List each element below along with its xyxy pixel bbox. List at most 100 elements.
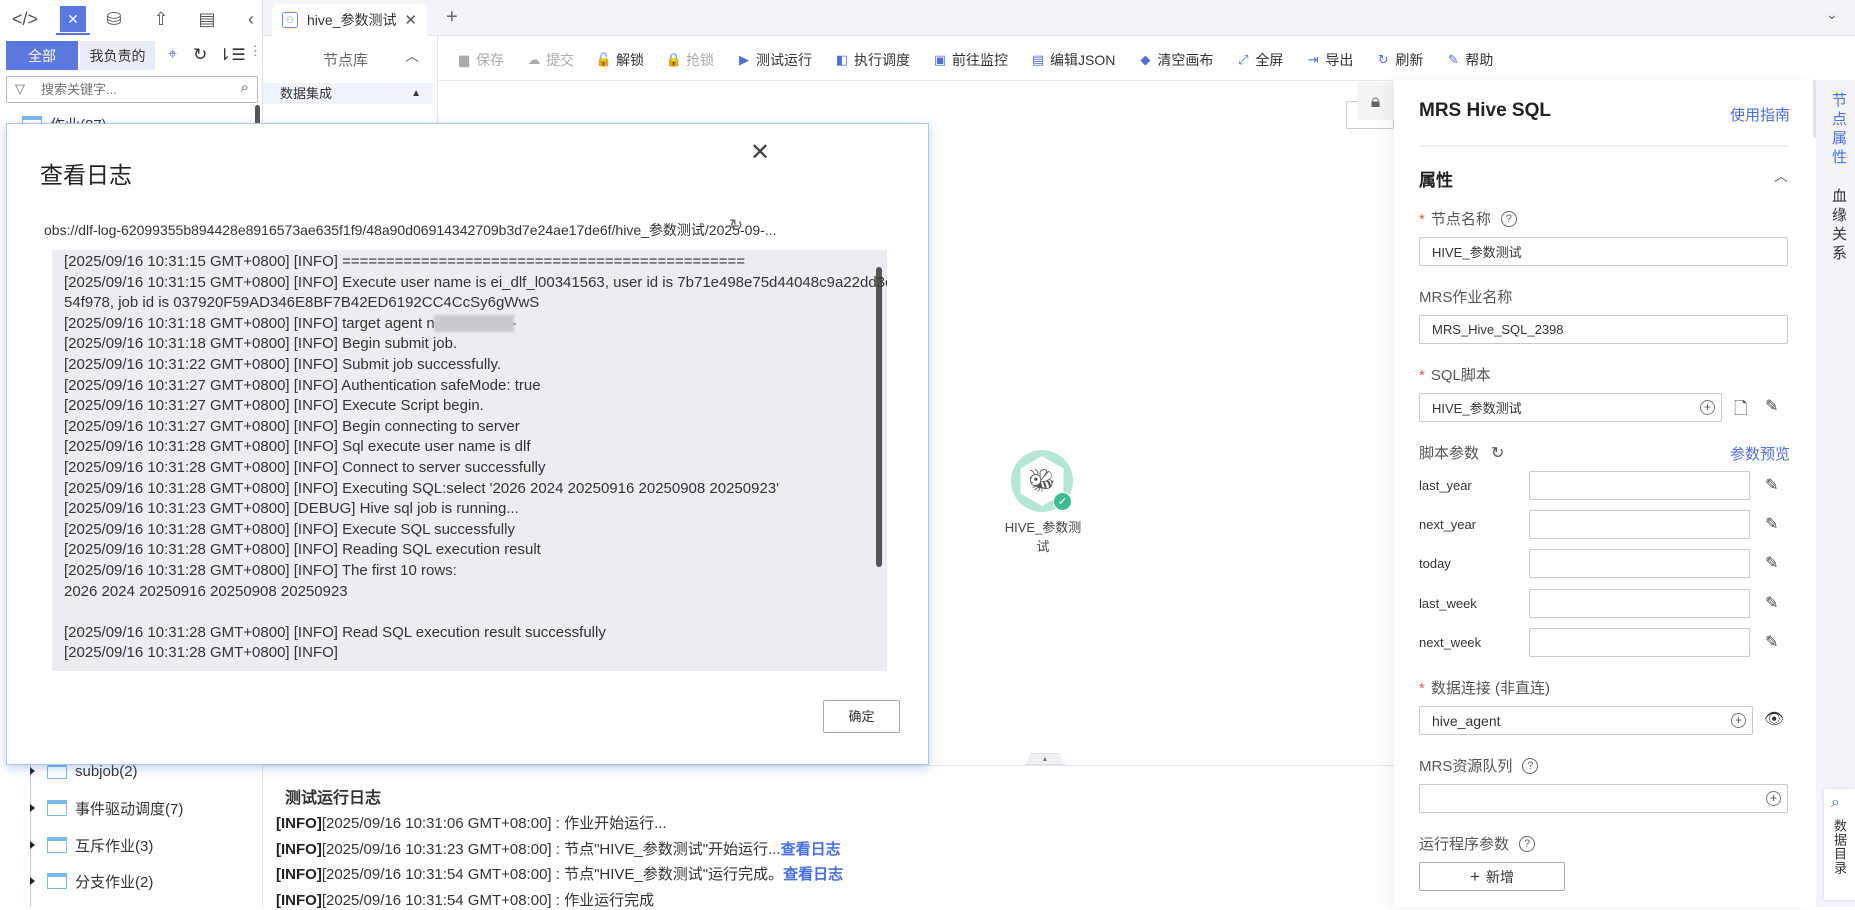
log-line: [2025/09/16 10:31:28 GMT+0800] [INFO] Co… [64, 459, 546, 476]
toolbar-label: 解锁 [616, 52, 644, 68]
hive-node[interactable]: 🐝︎ ✓ [1011, 450, 1073, 512]
edit-icon[interactable]: ✎ [1765, 632, 1778, 652]
edit-icon[interactable]: ✎ [1765, 593, 1778, 613]
tab-node-properties[interactable]: 节点属性 [1826, 92, 1850, 168]
log-line: [2025/09/16 10:31:28 GMT+0800] [INFO] [64, 644, 338, 662]
search-icon[interactable]: ⌕ [241, 79, 249, 96]
usage-guide-link[interactable]: 使用指南 [1730, 104, 1790, 125]
filter-all-button[interactable]: 全部 [6, 41, 78, 70]
save-icon: ▆ [459, 52, 469, 67]
expand-icon[interactable] [30, 841, 35, 849]
add-circle-icon[interactable]: + [1766, 791, 1781, 806]
param-value-input[interactable] [1529, 549, 1750, 579]
toolbar-unlock-button[interactable]: 🔓 解锁 [596, 50, 644, 70]
log-line: 54f978, job id is 037920F59AD346E8BF7B42… [64, 294, 540, 312]
view-log-link[interactable]: 查看日志 [783, 866, 843, 883]
expand-icon[interactable] [30, 877, 35, 885]
toolbar-save-button[interactable]: ▆ 保存 [457, 50, 504, 70]
expand-icon[interactable] [30, 804, 35, 812]
tree-item[interactable]: 事件驱动调度(7) [30, 796, 183, 820]
section-data-integration[interactable]: 数据集成 ▲ [263, 83, 433, 104]
collapse-left-icon[interactable]: ‹ [238, 6, 264, 32]
search-input[interactable] [41, 80, 221, 99]
database-icon[interactable]: ⛁ [101, 6, 127, 32]
toolbar-json-button[interactable]: ▤ 编辑JSON [1031, 50, 1116, 70]
sql-script-input[interactable]: HIVE_参数测试 + [1419, 393, 1722, 422]
toolbar-eraser-button[interactable]: ◆ 清空画布 [1138, 50, 1213, 70]
add-param-button[interactable]: + 新增 [1419, 862, 1565, 891]
help-icon[interactable]: ? [1500, 211, 1517, 227]
confirm-button[interactable]: 确定 [823, 700, 900, 733]
help-icon[interactable]: ? [1522, 758, 1539, 774]
expand-icon[interactable] [30, 767, 35, 775]
add-circle-icon[interactable]: + [1700, 400, 1715, 415]
sort-icon[interactable]: ⇂☰ [218, 45, 246, 65]
upload-icon[interactable]: ⇧ [148, 6, 174, 32]
param-value-input[interactable] [1529, 588, 1750, 618]
toolbar-help-button[interactable]: ✎ 帮助 [1446, 50, 1493, 70]
edit-icon[interactable]: ✎ [1765, 475, 1778, 495]
queue-input[interactable]: + [1419, 784, 1788, 813]
toolbar-play-button[interactable]: ▶ 测试运行 [737, 50, 812, 70]
toolbar-refresh-button[interactable]: ↻ 刷新 [1376, 50, 1423, 70]
collapse-panel-handle[interactable]: ▲ [1025, 753, 1065, 765]
refresh-icon[interactable]: ↻ [729, 216, 743, 236]
edit-icon[interactable]: ✎ [1765, 514, 1778, 534]
chevron-down-icon[interactable]: ⌄ [1826, 6, 1838, 23]
view-log-link[interactable]: 查看日志 [781, 841, 841, 858]
lock-icon[interactable]: 🔒︎ [1357, 82, 1394, 120]
log-line: [2025/09/16 10:31:23 GMT+0800] [DEBUG] H… [64, 500, 519, 518]
chevron-up-icon[interactable]: ︿ [405, 46, 419, 66]
param-value-input[interactable] [1529, 471, 1750, 500]
run-log-entry: [INFO][2025/09/16 10:31:23 GMT+08:00] : … [276, 838, 841, 859]
tab-lineage[interactable]: 血缘关系 [1826, 188, 1850, 264]
workflow-icon[interactable]: ✕ [60, 6, 86, 32]
tab-hive-params[interactable]: ⚇ hive_参数测试 ✕ [272, 4, 427, 36]
log-line: [2025/09/16 10:31:28 GMT+0800] [INFO] Ex… [64, 520, 515, 538]
toolbar-lock-button[interactable]: 🔒 抢锁 [666, 50, 714, 70]
data-catalog-button[interactable]: ⌕ 数据目录 [1824, 789, 1855, 900]
more-icon[interactable]: ⋯ [248, 44, 264, 58]
connection-input[interactable]: hive_agent + [1419, 706, 1753, 735]
filter-icon[interactable]: ▽ [15, 81, 25, 97]
param-value-input[interactable] [1529, 627, 1750, 657]
toolbar-label: 全屏 [1255, 52, 1284, 68]
mrs-job-input[interactable]: MRS_Hive_SQL_2398 [1419, 315, 1788, 344]
node-name-input[interactable]: HIVE_参数测试 [1419, 237, 1788, 266]
toolbar-schedule-button[interactable]: ◧ 执行调度 [835, 50, 910, 70]
add-circle-icon[interactable]: + [1731, 713, 1746, 728]
new-file-icon[interactable]: 🗋︎ [1734, 396, 1748, 425]
location-icon[interactable]: ⌖ [168, 46, 177, 64]
tree-item[interactable]: 分支作业(2) [30, 869, 153, 893]
log-line: [2025/09/16 10:31:27 GMT+0800] [INFO] Be… [64, 417, 520, 435]
toolbar-export-button[interactable]: ⇥ 导出 [1306, 50, 1353, 70]
code-icon[interactable]: </> [12, 6, 38, 32]
search-box[interactable]: ▽ ⌕ [6, 76, 258, 103]
folder-icon [47, 800, 67, 816]
divider [1419, 145, 1788, 147]
edit-icon[interactable]: ✎ [1765, 553, 1778, 573]
filter-mine-button[interactable]: 我负责的 [80, 41, 155, 70]
close-tab-icon[interactable]: ✕ [404, 11, 417, 29]
eye-icon[interactable]: 👁︎ [1764, 709, 1784, 729]
program-params-label: 运行程序参数? [1419, 833, 1536, 854]
collapse-icon[interactable]: ▲ [411, 83, 421, 104]
toolbar-fullscreen-button[interactable]: ⤢ 全屏 [1236, 50, 1283, 70]
close-icon[interactable]: ✕ [750, 138, 770, 167]
toolbar-submit-button[interactable]: ☁ 提交 [527, 50, 575, 70]
scrollbar[interactable] [876, 267, 882, 567]
add-tab-icon[interactable]: + [446, 6, 458, 29]
refresh-icon[interactable]: ↻ [193, 45, 207, 65]
document-icon[interactable]: ▤ [194, 6, 220, 32]
toolbar-label: 抢锁 [686, 52, 714, 68]
chevron-up-icon[interactable]: ︿ [1774, 166, 1788, 186]
help-icon[interactable]: ? [1519, 836, 1536, 852]
tree-item[interactable]: 互斥作业(3) [30, 833, 153, 857]
toolbar-monitor-button[interactable]: ▣ 前往监控 [933, 50, 1008, 70]
log-line: [2025/09/16 10:31:28 GMT+0800] [INFO] Sq… [64, 438, 531, 456]
param-value-input[interactable] [1529, 510, 1750, 540]
edit-icon[interactable]: ✎ [1765, 396, 1778, 416]
params-preview-link[interactable]: 参数预览 [1730, 443, 1790, 464]
refresh-icon[interactable]: ↻ [1491, 445, 1504, 462]
help-icon: ✎ [1447, 52, 1459, 67]
